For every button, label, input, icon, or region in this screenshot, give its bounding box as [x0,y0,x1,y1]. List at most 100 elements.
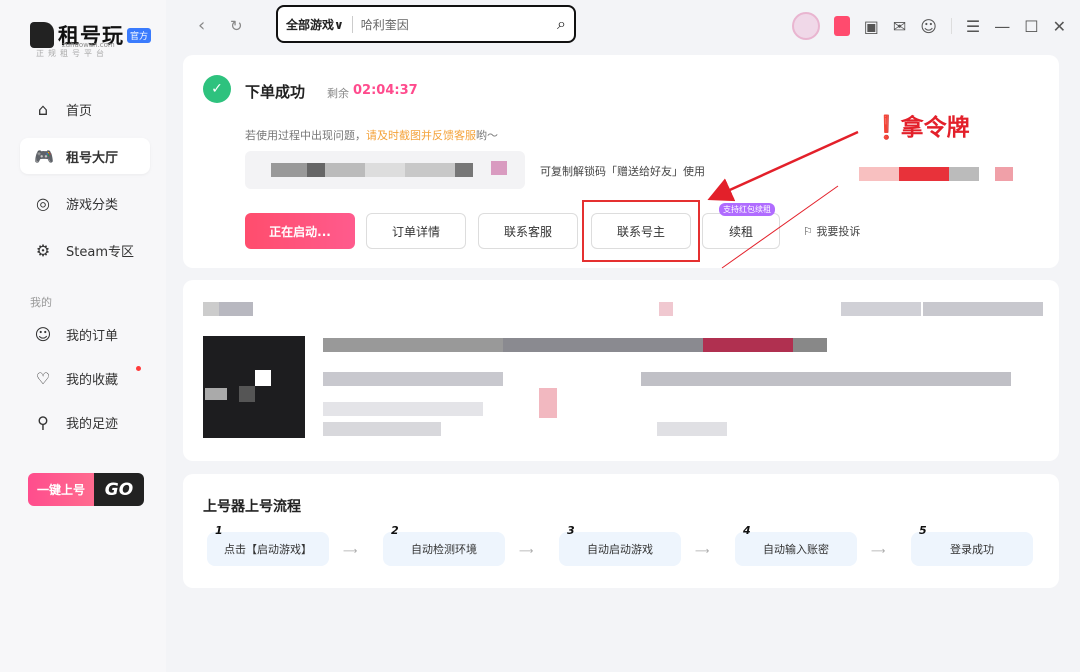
flow-step: 5 登录成功 [911,524,1033,566]
sidebar-item-label: 首页 [66,103,93,119]
unlock-code-row: 可复制解锁码「赠送给好友」使用 [245,151,1055,189]
sidebar-item-label: 我的足迹 [66,416,119,432]
complain-label: 我要投诉 [816,225,861,238]
arrow-right-icon: ⟶ [519,546,534,557]
sidebar-item-label: Steam专区 [66,244,134,260]
renew-tag: 支持红包续租 [719,203,775,216]
sidebar-item-label: 租号大厅 [66,150,119,166]
redacted-block [923,302,1043,316]
countdown-timer: 02:04:37 [353,83,418,98]
steam-icon: ⚙ [35,240,51,260]
go-button-label: 一键上号 [28,473,94,506]
annotation-text: ❗拿令牌 [872,115,970,141]
flow-step: 4 自动输入账密 [735,524,857,566]
redacted-block [219,302,253,316]
hint-suffix: 哟～ [476,129,498,142]
window-controls: ▣ ✉ ☺ ☰ — ☐ ✕ [778,12,1066,40]
footprint-icon: ⚲ [37,412,49,432]
hint-prefix: 若使用过程中出现问题， [245,129,366,142]
contact-owner-button[interactable]: 联系号主 [591,213,691,249]
redacted-block [539,388,557,418]
account-info-card [183,280,1059,461]
redacted-block [641,372,1011,386]
redacted-block [949,167,979,181]
complain-icon: ⚐ [803,225,817,238]
step-number: 3 [567,524,575,537]
redacted-block [271,163,307,177]
redacted-block [323,402,483,416]
back-icon[interactable]: ‹ [198,15,205,36]
sidebar-section-my: 我的 [30,296,52,309]
red-packet-icon[interactable] [833,16,850,36]
renew-button[interactable]: 续租 [702,213,780,249]
redacted-block [657,422,727,436]
menu-icon[interactable]: ☰ [966,17,980,36]
redacted-block [323,338,503,352]
redacted-block [203,302,219,316]
notification-dot [136,366,141,371]
remain-label: 剩余 [327,87,349,100]
hint-highlight: 请及时截图并反馈客服 [366,129,476,142]
flow-step: 2 自动检测环境 [383,524,505,566]
step-number: 5 [919,524,927,537]
quick-login-go-button[interactable]: 一键上号 GO [28,473,144,506]
refresh-icon[interactable]: ↻ [230,17,243,35]
search-input[interactable] [360,17,558,31]
step-number: 4 [743,524,751,537]
redacted-block [659,302,673,316]
sidebar-item-category[interactable]: ◎ 游戏分类 [20,185,150,221]
order-status-card: ✓ 下单成功 剩余 02:04:37 若使用过程中出现问题，请及时截图并反馈客服… [183,55,1059,268]
account-thumbnail[interactable] [203,336,305,438]
brand-badge: 官方 [127,27,152,43]
redacted-block [323,422,441,436]
order-status-title: 下单成功 [245,83,306,101]
order-detail-button[interactable]: 订单详情 [366,213,466,249]
mail-icon[interactable]: ✉ [893,17,906,36]
search-bar[interactable]: 全部游戏∨ ⌕ [276,5,576,43]
minimize-icon[interactable]: — [994,17,1010,36]
sidebar-item-label: 我的订单 [66,328,119,344]
sidebar-item-favorites[interactable]: ♡ 我的收藏 [20,360,150,396]
divider [950,18,952,34]
arrow-right-icon: ⟶ [343,546,358,557]
thumbnail-pixel [239,386,255,402]
step-label: 登录成功 [950,543,994,556]
service-icon[interactable]: ☺ [920,17,937,36]
redacted-block [995,167,1013,181]
launcher-flow-card: 上号器上号流程 1 点击【启动游戏】 ⟶ 2 自动检测环境 ⟶ 3 自动启动游戏… [183,474,1059,588]
flow-step: 1 点击【启动游戏】 [207,524,329,566]
complain-link[interactable]: ⚐ 我要投诉 [803,223,860,239]
notice-icon[interactable]: ▣ [864,17,879,36]
sidebar: 租号玩 官方 zuhaowan.com 正规租号平台 ⌂ 首页 🎮 租号大厅 ◎… [0,0,166,672]
redacted-block [503,338,703,352]
unlock-code-box[interactable] [245,151,525,189]
redacted-block [455,163,473,177]
redacted-block [899,167,949,181]
usage-hint: 若使用过程中出现问题，请及时截图并反馈客服哟～ [245,127,498,143]
favorite-icon: ♡ [35,368,51,388]
step-number: 1 [215,524,223,537]
sidebar-item-orders[interactable]: ☺ 我的订单 [20,316,150,352]
redacted-block [365,163,405,177]
brand-tagline: 正规租号平台 [36,49,108,58]
redacted-block [307,163,325,177]
success-check-icon: ✓ [203,75,231,103]
search-category-dropdown[interactable]: 全部游戏∨ [286,15,353,33]
redacted-block [859,167,899,181]
sidebar-item-steam[interactable]: ⚙ Steam专区 [20,232,150,268]
thumbnail-pixel [255,370,271,386]
launching-button[interactable]: 正在启动... [245,213,355,249]
maximize-icon[interactable]: ☐ [1024,17,1038,36]
step-number: 2 [391,524,399,537]
order-icon: ☺ [34,324,52,344]
home-icon: ⌂ [37,99,49,119]
search-icon[interactable]: ⌕ [557,14,566,34]
avatar[interactable] [791,12,820,40]
sidebar-item-home[interactable]: ⌂ 首页 [20,91,150,127]
contact-service-button[interactable]: 联系客服 [478,213,578,249]
sidebar-item-footprint[interactable]: ⚲ 我的足迹 [20,404,150,440]
sidebar-item-hall[interactable]: 🎮 租号大厅 [20,138,150,174]
step-label: 点击【启动游戏】 [224,543,312,556]
thumbnail-pixel [205,388,227,400]
close-icon[interactable]: ✕ [1053,17,1066,36]
